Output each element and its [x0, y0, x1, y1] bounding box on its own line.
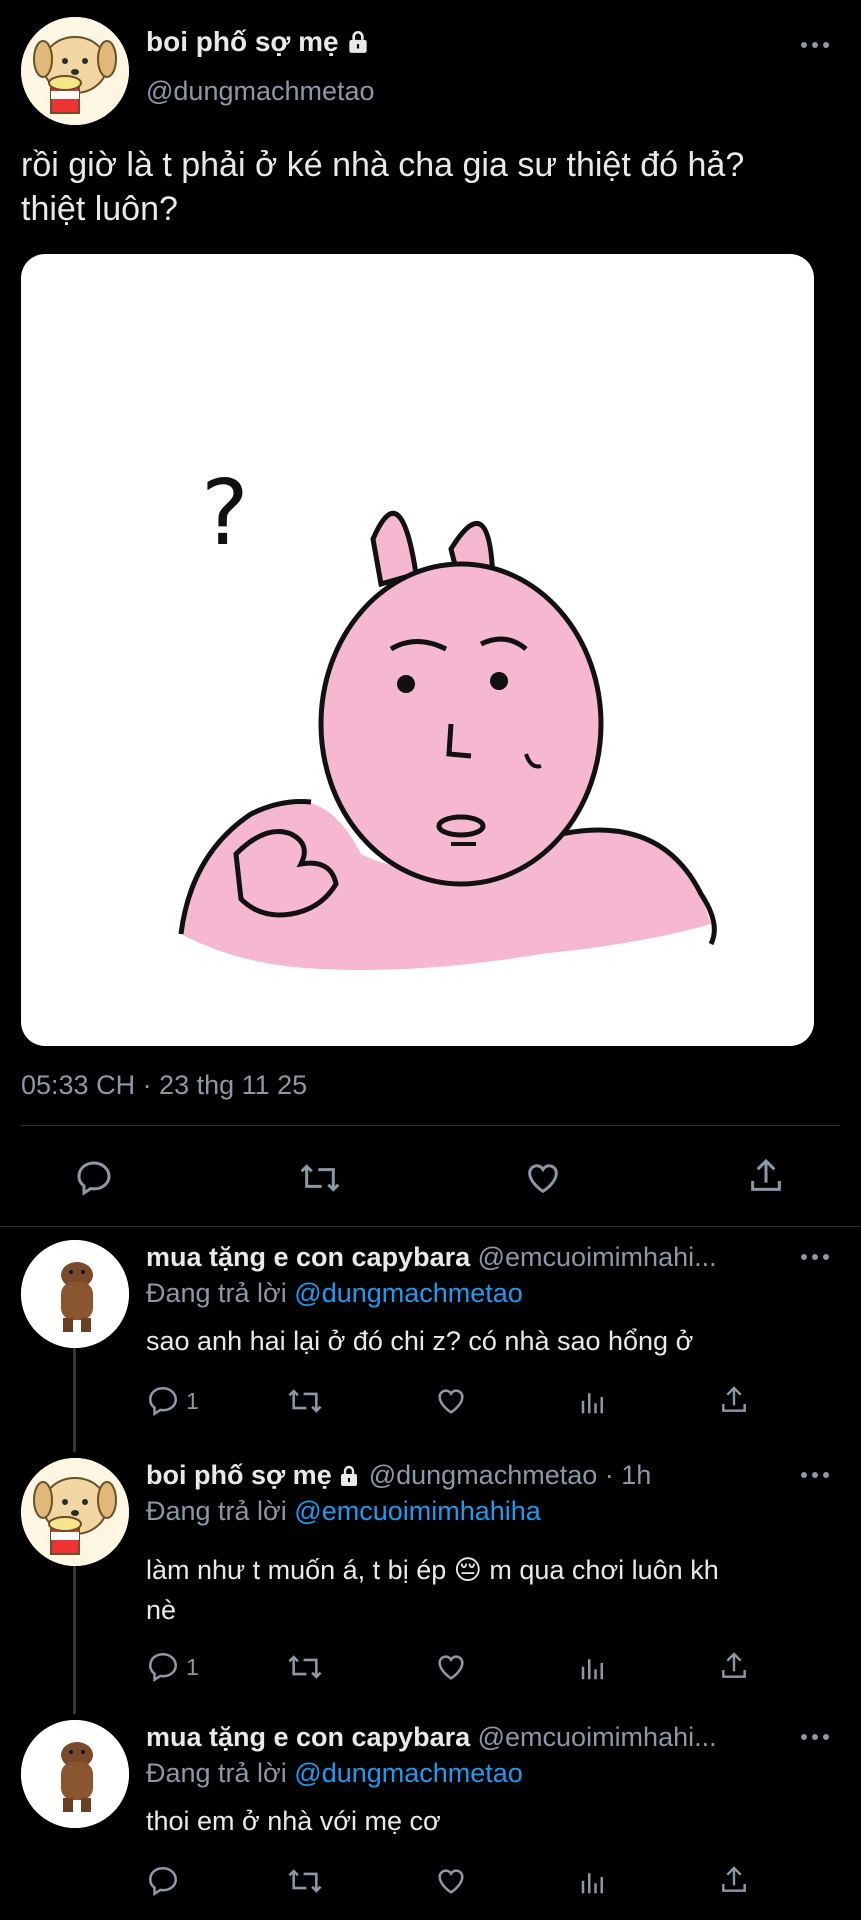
reply-text-line: nè [146, 1595, 177, 1625]
more-icon[interactable] [800, 1252, 830, 1262]
handle[interactable]: @emcuoimimhahi... [478, 1242, 717, 1272]
reply-button[interactable]: 1 [146, 1650, 199, 1684]
retweet-icon [300, 1164, 340, 1192]
like-button[interactable] [434, 1650, 468, 1684]
share-button[interactable] [718, 1384, 750, 1416]
capybara-avatar-icon [21, 1240, 129, 1348]
reply-header: mua tặng e con capybara @emcuoimimhahi..… [146, 1722, 717, 1753]
share-icon [751, 1158, 781, 1191]
tweet-timestamp[interactable]: 05:33 CH · 23 thg 11 25 [21, 1070, 307, 1101]
analytics-button[interactable] [578, 1386, 608, 1418]
avatar-dog[interactable] [21, 17, 129, 125]
display-name[interactable]: mua tặng e con capybara [146, 1242, 470, 1272]
analytics-icon [581, 1659, 603, 1680]
share-icon [722, 1386, 746, 1412]
share-icon [722, 1866, 746, 1892]
share-button[interactable] [746, 1156, 786, 1196]
reply-icon [148, 1866, 178, 1897]
like-button[interactable] [434, 1384, 468, 1418]
handle[interactable]: @emcuoimimhahi... [478, 1722, 717, 1752]
reply-count: 1 [186, 1387, 199, 1414]
capybara-avatar-icon [21, 1720, 129, 1828]
like-button[interactable] [434, 1864, 468, 1898]
like-button[interactable] [522, 1158, 564, 1198]
retweet-icon [288, 1389, 322, 1413]
like-icon [438, 1655, 464, 1680]
reply-text-line: làm như t muốn á, t bị ép 😔 m qua chơi l… [146, 1555, 719, 1585]
analytics-icon [581, 1393, 603, 1414]
reply-text: sao anh hai lại ở đó chi z? có nhà sao h… [146, 1326, 694, 1356]
tweet-image[interactable]: ? [21, 254, 814, 1046]
reply-text: làm như t muốn á, t bị ép 😔 m qua chơi l… [146, 1550, 719, 1630]
display-name[interactable]: boi phố sợ mẹ [146, 26, 339, 58]
question-mark-text: ? [201, 461, 249, 566]
analytics-button[interactable] [578, 1652, 608, 1684]
dog-avatar-icon [21, 17, 129, 125]
reply-icon [148, 1652, 178, 1683]
replying-prefix: Đang trả lời [146, 1278, 287, 1308]
author-handle[interactable]: @dungmachmetao [146, 76, 375, 107]
reply-button[interactable]: 1 [146, 1384, 199, 1418]
avatar-capybara[interactable] [21, 1720, 129, 1828]
retweet-button[interactable] [286, 1864, 324, 1898]
retweet-button[interactable] [298, 1158, 342, 1198]
avatar-capybara[interactable] [21, 1240, 129, 1348]
retweet-icon [288, 1655, 322, 1679]
replying-to: Đang trả lời @dungmachmetao [146, 1278, 523, 1309]
avatar-dog[interactable] [21, 1458, 129, 1566]
reply-header: mua tặng e con capybara @emcuoimimhahi..… [146, 1242, 717, 1273]
replying-prefix: Đang trả lời [146, 1496, 287, 1526]
pink-rabbit-sticker: ? [178, 461, 717, 970]
divider [0, 1226, 861, 1227]
replying-to-link[interactable]: @dungmachmetao [294, 1758, 523, 1788]
more-icon[interactable] [800, 1470, 830, 1480]
author-name-row: boi phố sợ mẹ [146, 26, 371, 58]
reply-text: thoi em ở nhà với mẹ cơ [146, 1806, 441, 1836]
reply-button[interactable] [74, 1158, 114, 1198]
more-icon[interactable] [800, 1732, 830, 1742]
replying-to: Đang trả lời @emcuoimimhahiha [146, 1496, 541, 1527]
share-icon [722, 1652, 746, 1678]
lock-icon [337, 1464, 361, 1488]
more-icon[interactable] [800, 40, 830, 50]
like-icon [438, 1869, 464, 1894]
like-icon [438, 1389, 464, 1414]
lock-icon [345, 29, 371, 55]
retweet-icon [288, 1869, 322, 1893]
reply-icon [148, 1386, 178, 1417]
retweet-button[interactable] [286, 1384, 324, 1418]
thread-line [73, 1348, 76, 1452]
like-icon [528, 1164, 558, 1194]
reply-header: boi phố sợ mẹ @dungmachmetao · 1h [146, 1460, 651, 1491]
analytics-button[interactable] [578, 1866, 608, 1898]
replying-to: Đang trả lời @dungmachmetao [146, 1758, 523, 1789]
handle-time[interactable]: @dungmachmetao · 1h [369, 1460, 652, 1491]
replying-to-link[interactable]: @dungmachmetao [294, 1278, 523, 1308]
tweet-text-line: rồi giờ là t phải ở ké nhà cha gia sư th… [21, 146, 745, 184]
share-button[interactable] [718, 1864, 750, 1896]
tweet-text-line: thiệt luôn? [21, 190, 178, 228]
dog-avatar-icon [21, 1458, 129, 1566]
display-name[interactable]: mua tặng e con capybara [146, 1722, 470, 1752]
tweet-text: rồi giờ là t phải ở ké nhà cha gia sư th… [21, 143, 744, 231]
divider [21, 1125, 840, 1126]
display-name[interactable]: boi phố sợ mẹ [146, 1460, 332, 1491]
replying-to-link[interactable]: @emcuoimimhahiha [294, 1496, 541, 1526]
thread-line [73, 1566, 76, 1714]
share-button[interactable] [718, 1650, 750, 1682]
retweet-button[interactable] [286, 1650, 324, 1684]
reply-icon [77, 1161, 111, 1196]
replying-prefix: Đang trả lời [146, 1758, 287, 1788]
reply-count: 1 [186, 1653, 199, 1680]
reply-button[interactable] [146, 1864, 180, 1898]
analytics-icon [581, 1873, 603, 1894]
